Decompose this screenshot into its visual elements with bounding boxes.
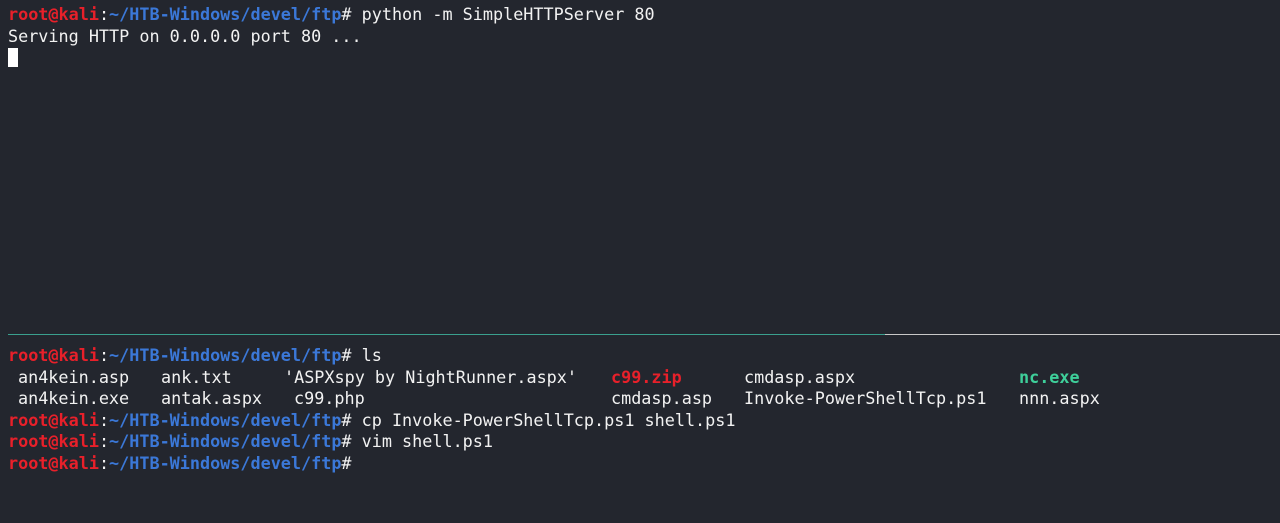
file-entry: an4kein.exe <box>18 388 130 408</box>
prompt-line: root@kali:~/HTB-Windows/devel/ftp# cp In… <box>8 410 736 430</box>
output-line: Serving HTTP on 0.0.0.0 port 80 ... <box>8 26 362 46</box>
prompt-line: root@kali:~/HTB-Windows/devel/ftp# vim s… <box>8 431 493 451</box>
prompt-user: root@kali <box>8 4 99 24</box>
prompt-user: root@kali <box>8 431 99 451</box>
prompt-symbol: # <box>341 410 352 430</box>
terminal-pane-bottom[interactable]: root@kali:~/HTB-Windows/devel/ftp# ls an… <box>0 336 1280 523</box>
prompt-path: ~/HTB-Windows/devel/ftp <box>109 431 342 451</box>
file-entry: Invoke-PowerShellTcp.ps1 <box>744 388 987 408</box>
prompt-line-active[interactable]: root@kali:~/HTB-Windows/devel/ftp# <box>8 453 352 474</box>
file-entry: 'ASPXspy by NightRunner.aspx' <box>284 367 577 387</box>
prompt-user: root@kali <box>8 410 99 430</box>
command-text: ls <box>361 345 382 365</box>
terminal-cursor <box>8 48 18 67</box>
command-text: cp Invoke-PowerShellTcp.ps1 shell.ps1 <box>361 410 736 430</box>
prompt-symbol: # <box>341 345 352 365</box>
file-entry: antak.aspx <box>161 388 263 408</box>
file-entry-archive: c99.zip <box>611 367 682 387</box>
file-entry: ank.txt <box>161 367 232 387</box>
file-entry: cmdasp.asp <box>611 388 713 408</box>
prompt-user: root@kali <box>8 345 99 365</box>
file-entry: cmdasp.aspx <box>744 367 856 387</box>
file-entry: an4kein.asp <box>18 367 130 387</box>
prompt-path: ~/HTB-Windows/devel/ftp <box>109 4 342 24</box>
prompt-path: ~/HTB-Windows/devel/ftp <box>109 453 342 473</box>
command-text: vim shell.ps1 <box>361 431 493 451</box>
prompt-line: root@kali:~/HTB-Windows/devel/ftp# pytho… <box>8 4 655 24</box>
terminal-pane-top[interactable]: root@kali:~/HTB-Windows/devel/ftp# pytho… <box>0 0 1280 334</box>
file-entry: c99.php <box>294 388 365 408</box>
pane-divider[interactable] <box>885 334 1280 335</box>
prompt-line: root@kali:~/HTB-Windows/devel/ftp# ls <box>8 345 382 365</box>
prompt-path: ~/HTB-Windows/devel/ftp <box>109 410 342 430</box>
prompt-symbol: # <box>341 453 352 473</box>
file-entry-executable: nc.exe <box>1019 367 1080 387</box>
pane-divider-active[interactable] <box>8 334 885 335</box>
prompt-symbol: # <box>341 431 352 451</box>
prompt-path: ~/HTB-Windows/devel/ftp <box>109 345 342 365</box>
prompt-symbol: # <box>341 4 352 24</box>
prompt-user: root@kali <box>8 453 99 473</box>
file-entry: nnn.aspx <box>1019 388 1100 408</box>
command-text: python -m SimpleHTTPServer 80 <box>361 4 655 24</box>
